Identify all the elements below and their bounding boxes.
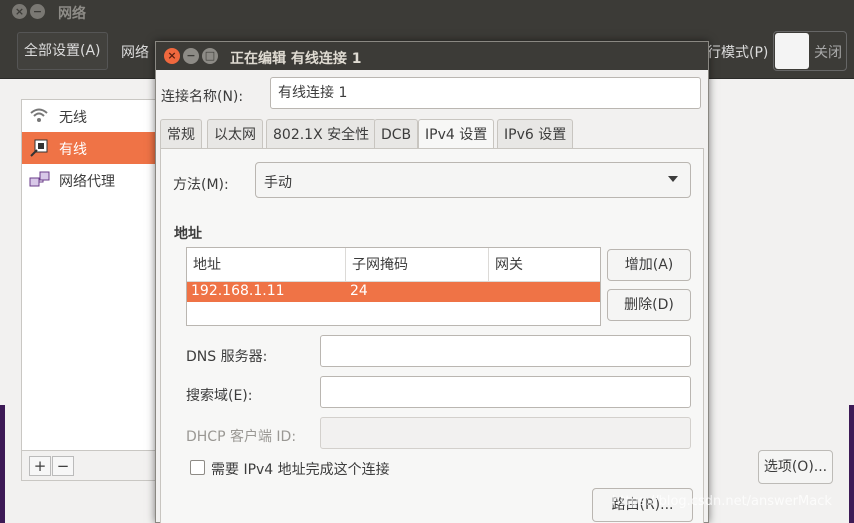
minimize-icon[interactable]: − bbox=[30, 4, 45, 19]
close-icon[interactable]: × bbox=[12, 4, 27, 19]
dhcp-client-id-input[interactable] bbox=[320, 417, 691, 449]
table-row[interactable]: 192.168.1.11 24 bbox=[187, 282, 600, 302]
network-sidebar: 无线 有线 网络代理 bbox=[21, 99, 172, 451]
search-domains-input[interactable] bbox=[320, 376, 691, 408]
toggle-knob bbox=[775, 33, 809, 69]
sidebar-item-proxy[interactable]: 网络代理 bbox=[22, 164, 172, 196]
connection-name-label: 连接名称(N): bbox=[161, 89, 244, 105]
edit-connection-dialog: × − □ 正在编辑 有线连接 1 连接名称(N): 有线连接 1 常规 以太网… bbox=[155, 41, 709, 523]
tab-general[interactable]: 常规 bbox=[160, 119, 202, 149]
sidebar-item-label: 网络代理 bbox=[59, 174, 115, 190]
network-breadcrumb: 网络 bbox=[121, 45, 149, 61]
dialog-titlebar: × − □ 正在编辑 有线连接 1 bbox=[156, 42, 708, 70]
maximize-icon[interactable]: □ bbox=[202, 48, 218, 64]
method-select[interactable]: 手动 bbox=[255, 162, 691, 198]
wifi-icon bbox=[29, 106, 51, 126]
dns-servers-label: DNS 服务器: bbox=[186, 349, 268, 365]
add-connection-button[interactable]: + bbox=[29, 456, 51, 476]
dialog-title: 正在编辑 有线连接 1 bbox=[230, 51, 362, 67]
chevron-down-icon bbox=[668, 176, 678, 182]
require-ipv4-label[interactable]: 需要 IPv4 地址完成这个连接 bbox=[211, 459, 390, 479]
method-value: 手动 bbox=[264, 175, 292, 191]
sidebar-actions: + − bbox=[21, 451, 171, 481]
airplane-mode-toggle[interactable]: 关闭 bbox=[773, 31, 847, 71]
watermark: https://blog.csdn.net/answerMack bbox=[612, 494, 832, 509]
table-header: 地址 子网掩码 网关 bbox=[187, 248, 600, 282]
wired-icon bbox=[29, 138, 51, 158]
sidebar-item-label: 有线 bbox=[59, 142, 87, 158]
desktop-edge bbox=[0, 405, 5, 523]
addresses-table[interactable]: 地址 子网掩码 网关 192.168.1.11 24 bbox=[186, 247, 601, 326]
column-header-netmask[interactable]: 子网掩码 bbox=[346, 248, 489, 282]
sidebar-item-wired[interactable]: 有线 bbox=[22, 132, 172, 164]
search-domains-label: 搜索域(E): bbox=[186, 388, 253, 404]
require-ipv4-checkbox[interactable] bbox=[190, 460, 205, 475]
airplane-mode-label: 行模式(P) bbox=[707, 45, 769, 61]
addresses-heading: 地址 bbox=[174, 226, 202, 242]
tab-8021x-security[interactable]: 802.1X 安全性 bbox=[266, 119, 377, 149]
connection-name-input[interactable]: 有线连接 1 bbox=[270, 77, 701, 109]
desktop-edge bbox=[849, 405, 854, 523]
sidebar-item-wireless[interactable]: 无线 bbox=[22, 100, 172, 132]
tab-ipv4-settings[interactable]: IPv4 设置 bbox=[418, 119, 495, 150]
tab-ethernet[interactable]: 以太网 bbox=[207, 119, 263, 149]
add-address-button[interactable]: 增加(A) bbox=[607, 249, 691, 281]
remove-connection-button[interactable]: − bbox=[52, 456, 74, 476]
settings-titlebar: × − 网络 bbox=[0, 0, 854, 24]
window-title: 网络 bbox=[58, 6, 86, 22]
all-settings-button[interactable]: 全部设置(A) bbox=[17, 32, 108, 70]
netmask-cell[interactable]: 24 bbox=[350, 283, 368, 299]
column-header-address[interactable]: 地址 bbox=[187, 248, 346, 282]
delete-address-button[interactable]: 删除(D) bbox=[607, 289, 691, 321]
tab-dcb[interactable]: DCB bbox=[374, 119, 419, 149]
address-cell[interactable]: 192.168.1.11 bbox=[191, 283, 285, 299]
sidebar-item-label: 无线 bbox=[59, 110, 87, 126]
column-header-gateway[interactable]: 网关 bbox=[489, 248, 600, 282]
method-label: 方法(M): bbox=[173, 177, 229, 193]
dns-servers-input[interactable] bbox=[320, 335, 691, 367]
close-icon[interactable]: × bbox=[164, 48, 180, 64]
minimize-icon[interactable]: − bbox=[183, 48, 199, 64]
options-button[interactable]: 选项(O)... bbox=[758, 450, 833, 484]
tab-ipv6-settings[interactable]: IPv6 设置 bbox=[497, 119, 574, 149]
ipv4-settings-panel: 方法(M): 手动 地址 地址 子网掩码 网关 192.168.1.11 24 … bbox=[160, 148, 704, 523]
dhcp-client-id-label: DHCP 客户端 ID: bbox=[186, 429, 297, 445]
proxy-icon bbox=[29, 170, 51, 190]
settings-tabs: 常规 以太网 802.1X 安全性 DCB IPv4 设置 IPv6 设置 bbox=[160, 119, 706, 150]
toggle-state: 关闭 bbox=[814, 45, 842, 61]
